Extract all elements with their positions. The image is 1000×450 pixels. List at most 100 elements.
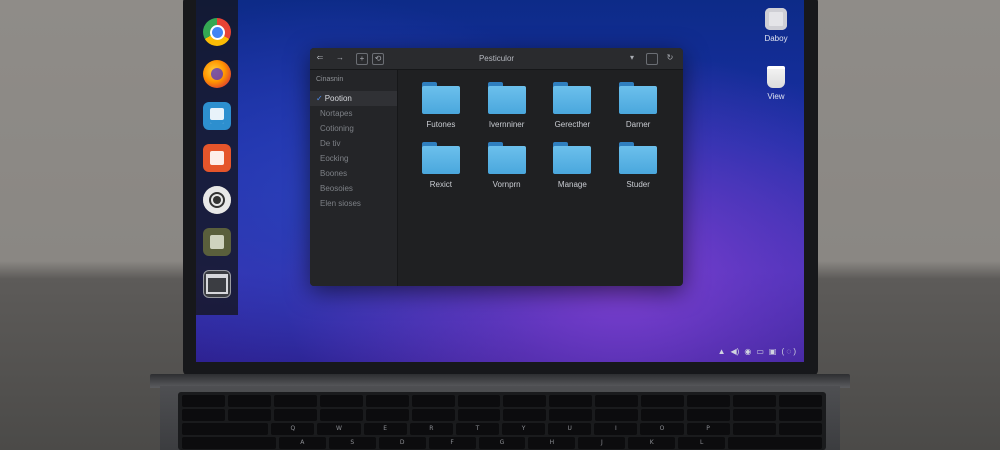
battery-icon[interactable]: ▭ — [756, 347, 764, 356]
keyboard-key: H — [528, 437, 576, 449]
keyboard-key: P — [686, 423, 730, 435]
folder-item[interactable]: Studer — [605, 140, 671, 200]
sidebar-item-beosoies[interactable]: Beosoies — [310, 181, 397, 196]
keyboard-key — [778, 423, 822, 435]
sidebar-item-label: Beosoies — [320, 184, 353, 193]
settings-icon[interactable] — [203, 186, 231, 214]
folder-label: Vornprn — [492, 180, 521, 189]
software-center-icon[interactable] — [203, 144, 231, 172]
keyboard: Q W E R T Y U I O P A S D F G H J K L — [178, 392, 826, 450]
sidebar-item-cotioning[interactable]: Cotioning — [310, 121, 397, 136]
keyboard-key — [595, 409, 639, 421]
system-tray: ▲ ◀) ◉ ▭ ▣ ( ◌ ) — [718, 347, 796, 356]
keyboard-key: L — [678, 437, 726, 449]
folder-grid: Futones Ivernniner Gerecther Darner Rexi… — [398, 70, 683, 286]
keyboard-key: E — [363, 423, 407, 435]
sidebar-item-boones[interactable]: Boones — [310, 166, 397, 181]
folder-item[interactable]: Ivernniner — [474, 80, 540, 140]
desktop-icon-view[interactable]: View — [756, 66, 796, 101]
keyboard-key — [273, 409, 317, 421]
keyboard-key — [549, 409, 593, 421]
sidebar-item-pootion[interactable]: ✓ Pootion — [310, 91, 397, 106]
sidebar-header: Cinasnin — [316, 76, 344, 83]
keyboard-key — [319, 409, 363, 421]
keyboard-key: I — [594, 423, 638, 435]
keyboard-key: G — [478, 437, 526, 449]
folder-icon — [487, 82, 526, 114]
desktop-icon-trash[interactable]: Daboy — [756, 8, 796, 43]
keyboard-key — [732, 423, 776, 435]
menu-dropdown-button[interactable]: ▾ — [626, 53, 638, 65]
sidebar-item-nortapes[interactable]: Nortapes — [310, 106, 397, 121]
keyboard-key — [503, 409, 547, 421]
arrow-up-icon[interactable]: ▲ — [718, 347, 726, 356]
desktop-screen: Daboy View ⇐ → + ⟲ Pesticulor ▾ ↻ Cinasn… — [196, 0, 804, 362]
sidebar-item-elen-sioses[interactable]: Elen sioses — [310, 196, 397, 211]
chrome-icon[interactable] — [203, 18, 231, 46]
network-icon[interactable]: ◉ — [744, 347, 751, 356]
keyboard-key: W — [317, 423, 361, 435]
keyboard-key — [182, 423, 269, 435]
keyboard-key — [182, 409, 225, 421]
folder-item[interactable]: Vornprn — [474, 140, 540, 200]
keyboard-key — [365, 409, 409, 421]
folder-label: Studer — [626, 180, 650, 189]
keyboard-key: A — [278, 437, 326, 449]
sidebar-item-label: Elen sioses — [320, 199, 361, 208]
folder-icon — [421, 82, 460, 114]
places-sidebar: Cinasnin ✓ Pootion Nortapes Cotioning De … — [310, 70, 398, 286]
folder-item[interactable]: Rexict — [408, 140, 474, 200]
firefox-icon[interactable] — [203, 60, 231, 88]
keyboard-key — [227, 395, 271, 407]
sidebar-item-label: Boones — [320, 169, 348, 178]
folder-icon — [421, 142, 460, 174]
keyboard-key — [319, 395, 363, 407]
calendar-icon[interactable]: ▣ — [769, 347, 777, 356]
folder-icon — [487, 142, 526, 174]
folder-item[interactable]: Manage — [540, 140, 606, 200]
keyboard-key: T — [455, 423, 499, 435]
folder-label: Gerecther — [554, 120, 591, 129]
sidebar-item-label: De tiv — [320, 139, 341, 148]
keyboard-key — [687, 409, 731, 421]
keyboard-key: Q — [271, 423, 315, 435]
folder-label: Manage — [557, 180, 587, 189]
power-icon[interactable]: ( ◌ ) — [781, 347, 796, 356]
window-app-icon[interactable] — [203, 270, 231, 298]
maximize-button[interactable] — [646, 53, 658, 65]
keyboard-key: S — [328, 437, 376, 449]
keyboard-key — [687, 395, 731, 407]
folder-icon — [553, 142, 592, 174]
speaker-icon[interactable]: ◀) — [731, 347, 740, 356]
folder-item[interactable]: Futones — [408, 80, 474, 140]
keyboard-key — [365, 395, 409, 407]
keyboard-key: D — [378, 437, 426, 449]
window-titlebar[interactable]: ⇐ → + ⟲ Pesticulor ▾ ↻ — [310, 48, 683, 70]
view-icon — [767, 66, 785, 88]
keyboard-key: K — [628, 437, 676, 449]
sidebar-item-eocking[interactable]: Eocking — [310, 151, 397, 166]
folder-item[interactable]: Darner — [605, 80, 671, 140]
check-icon: ✓ — [316, 94, 323, 103]
folder-label: Ivernniner — [488, 120, 525, 129]
close-button[interactable]: ↻ — [664, 53, 676, 65]
file-manager-window: ⇐ → + ⟲ Pesticulor ▾ ↻ Cinasnin ✓ Pootion… — [310, 48, 683, 286]
keyboard-key — [411, 409, 455, 421]
application-dock — [196, 0, 238, 315]
keyboard-key — [227, 409, 271, 421]
keyboard-key: Y — [501, 423, 546, 435]
keyboard-key — [549, 395, 593, 407]
keyboard-key — [457, 395, 501, 407]
sidebar-item-label: Pootion — [324, 94, 352, 103]
folder-item[interactable]: Gerecther — [540, 80, 606, 140]
sidebar-item-de-tiv[interactable]: De tiv — [310, 136, 397, 151]
keyboard-key — [182, 395, 225, 407]
files-app-icon[interactable] — [203, 102, 231, 130]
keyboard-key: U — [548, 423, 592, 435]
sidebar-item-label: Cotioning — [320, 124, 354, 133]
folder-icon — [619, 82, 658, 114]
keyboard-key — [733, 395, 776, 407]
text-editor-icon[interactable] — [203, 228, 231, 256]
keyboard-key — [457, 409, 501, 421]
sidebar-item-label: Nortapes — [320, 109, 353, 118]
